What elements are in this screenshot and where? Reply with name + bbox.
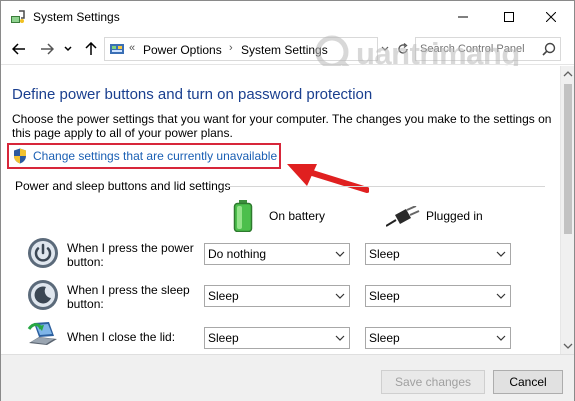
sleep-button-icon [28,280,58,310]
maximize-button[interactable] [486,1,532,33]
search-box[interactable] [415,37,561,61]
cancel-button[interactable]: Cancel [493,370,563,394]
close-lid-battery-select[interactable]: Sleep [204,327,350,349]
breadcrumb-system-settings: System Settings [241,43,328,57]
system-settings-window: System Settings « Power Options › System… [0,0,575,401]
chevron-down-icon [381,46,389,51]
row-label-sleep-button: When I press the sleep button: [67,283,190,311]
vertical-scrollbar[interactable] [560,66,574,354]
column-on-battery: On battery [233,200,363,232]
breadcrumb-power-options[interactable]: Power Options [143,43,222,57]
selected-value: Sleep [208,289,239,303]
refresh-button[interactable] [393,37,413,61]
minimize-button[interactable] [440,1,486,33]
arrow-right-icon [41,43,54,55]
row-label-close-lid: When I close the lid: [67,330,176,344]
section-title: Power and sleep buttons and lid settings [15,179,231,193]
forward-button[interactable] [37,39,57,59]
selected-value: Sleep [208,331,239,345]
sleep-button-battery-select[interactable]: Sleep [204,285,350,307]
power-options-icon [11,10,25,23]
column-plugged-in: Plugged in [386,200,516,232]
power-button-icon [28,238,58,268]
title-bar: System Settings [1,1,574,33]
sleep-button-plugged-select[interactable]: Sleep [365,285,511,307]
section-divider [227,186,545,187]
scrollbar-thumb[interactable] [564,84,572,234]
page-title: Define power buttons and turn on passwor… [12,86,373,103]
red-arrow-annotation [287,164,369,193]
chevron-down-icon [335,335,345,341]
laptop-lid-icon [27,322,57,345]
minimize-icon [458,16,468,18]
refresh-icon [398,43,408,54]
arrow-left-icon [12,43,25,55]
close-button[interactable] [528,1,574,33]
address-history-button[interactable] [377,37,393,61]
selected-value: Sleep [369,289,400,303]
power-button-battery-select[interactable]: Do nothing [204,243,350,265]
power-button-plugged-select[interactable]: Sleep [365,243,511,265]
up-button[interactable] [81,39,101,59]
control-panel-icon [110,44,124,54]
main-content: Define power buttons and turn on passwor… [1,66,574,354]
recent-locations-button[interactable] [61,39,75,59]
battery-icon [233,200,253,232]
row-label-power-button: When I press the power button: [67,241,194,269]
chevron-down-icon [64,46,72,52]
selected-value: Do nothing [208,247,267,261]
dialog-footer: Save changes Cancel [1,354,574,401]
back-button[interactable] [9,39,29,59]
search-icon [542,42,556,56]
selected-value: Sleep [369,331,400,345]
selected-value: Sleep [369,247,400,261]
chevron-down-icon [496,335,506,341]
page-description: Choose the power settings that you want … [12,112,552,140]
chevron-down-icon [496,293,506,299]
chevron-down-icon [335,293,345,299]
save-changes-button[interactable]: Save changes [381,370,485,394]
uac-shield-icon [14,148,26,164]
change-settings-link[interactable]: Change settings that are currently unava… [33,149,277,163]
window-title: System Settings [33,10,120,24]
scroll-down-icon[interactable] [563,341,573,351]
column-label-battery: On battery [269,209,326,223]
power-plug-icon [386,206,420,227]
breadcrumb-arrow[interactable]: › [229,42,233,54]
change-settings-highlight: Change settings that are currently unava… [7,143,281,169]
navigation-bar: « Power Options › System Settings [1,33,574,65]
search-input[interactable] [420,41,540,57]
address-bar[interactable]: « Power Options › System Settings [104,37,378,61]
scroll-up-icon[interactable] [563,69,573,79]
column-label-plugged: Plugged in [426,209,483,223]
chevron-down-icon [496,251,506,257]
close-lid-plugged-select[interactable]: Sleep [365,327,511,349]
maximize-icon [504,12,514,22]
chevron-down-icon [335,251,345,257]
close-icon [546,12,556,22]
arrow-up-icon [85,42,97,55]
breadcrumb-separator: « [129,42,136,54]
